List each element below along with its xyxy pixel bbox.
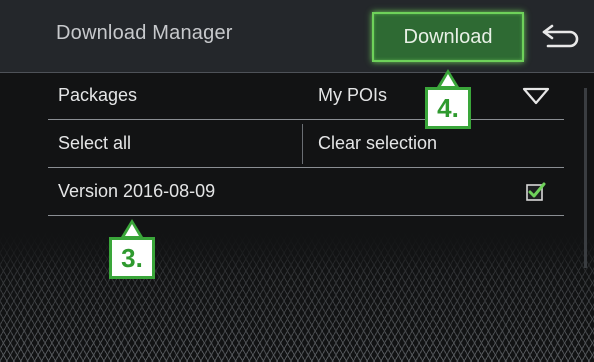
scrollbar[interactable] bbox=[584, 88, 587, 268]
page-title: Download Manager bbox=[56, 22, 233, 44]
callout-3-pointer-inner bbox=[125, 224, 139, 236]
select-all-button[interactable]: Select all bbox=[58, 120, 131, 167]
packages-label: Packages bbox=[58, 85, 138, 105]
step-3-callout: 3. bbox=[109, 237, 155, 279]
version-row[interactable]: Version 2016-08-09 bbox=[48, 168, 564, 216]
vertical-divider bbox=[302, 124, 303, 164]
version-label: Version 2016-08-09 bbox=[58, 181, 216, 201]
background-fade bbox=[0, 228, 594, 268]
back-arrow-icon bbox=[542, 24, 579, 48]
callout-4-pointer-inner bbox=[441, 74, 455, 86]
chevron-down-icon[interactable] bbox=[522, 86, 550, 106]
step-4-callout: 4. bbox=[425, 87, 471, 129]
selection-row: Select all Clear selection bbox=[48, 120, 564, 168]
download-manager-screen: Download Manager Download Packages My PO… bbox=[0, 0, 594, 362]
version-checkbox[interactable] bbox=[526, 182, 546, 202]
packages-dropdown-value[interactable]: My POIs bbox=[318, 72, 387, 119]
clear-selection-button[interactable]: Clear selection bbox=[318, 120, 437, 167]
download-button[interactable]: Download bbox=[372, 12, 524, 62]
packages-row[interactable]: Packages My POIs bbox=[48, 72, 564, 120]
back-button[interactable] bbox=[538, 20, 582, 54]
header-bar: Download Manager Download bbox=[0, 0, 594, 73]
